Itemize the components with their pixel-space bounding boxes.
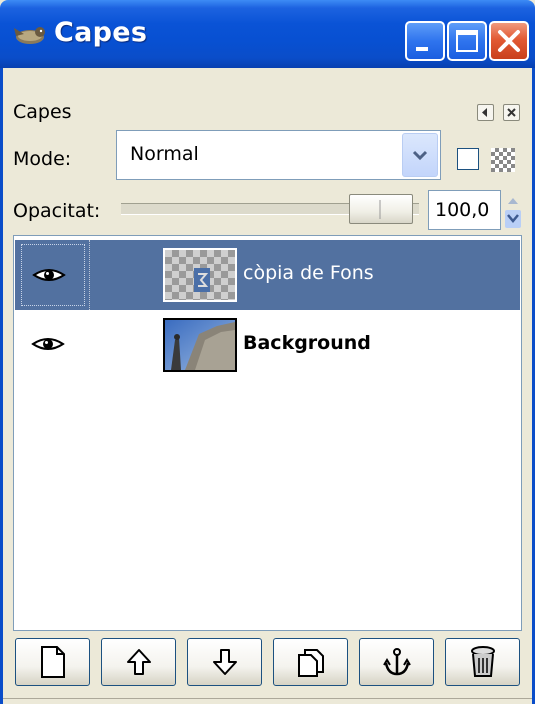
gimp-icon — [14, 27, 45, 44]
opacity-slider-thumb[interactable] — [349, 194, 413, 224]
mode-value: Normal — [130, 143, 199, 165]
window-title: Capes — [54, 17, 148, 48]
duplicate-layer-button[interactable] — [273, 638, 348, 686]
layer-toolbar — [13, 634, 522, 692]
triangle-left-icon — [482, 108, 487, 117]
anchor-layer-button[interactable] — [359, 638, 434, 686]
opacity-input[interactable]: 100,0 — [428, 190, 501, 230]
layer-name[interactable]: Background — [243, 332, 371, 354]
duplicate-layer-icon — [297, 649, 324, 677]
opacity-spin-arrows[interactable] — [503, 190, 523, 230]
title-bar[interactable]: Capes — [0, 0, 535, 68]
layer-thumbnail — [163, 248, 237, 302]
opacity-value: 100,0 — [435, 199, 490, 221]
visibility-toggle[interactable] — [21, 314, 85, 376]
anchor-layer-icon — [382, 648, 411, 676]
maximize-button[interactable] — [447, 21, 487, 61]
raise-layer-icon — [126, 649, 151, 675]
status-line — [3, 698, 532, 704]
close-button[interactable] — [489, 21, 529, 61]
mode-dropdown-button[interactable] — [402, 133, 438, 177]
lock-alpha-icon — [491, 148, 515, 172]
lower-layer-button[interactable] — [187, 638, 262, 686]
panel-menu-button[interactable] — [477, 104, 494, 121]
new-layer-icon — [40, 646, 65, 678]
minimize-icon — [416, 47, 428, 51]
close-icon — [498, 30, 520, 52]
panel-close-button[interactable] — [503, 104, 520, 121]
lower-layer-icon — [212, 649, 237, 675]
visibility-toggle[interactable] — [21, 244, 85, 306]
layer-row[interactable]: Background — [15, 310, 520, 380]
layer-thumbnail — [163, 318, 237, 372]
opacity-label: Opacitat: — [13, 200, 101, 222]
raise-layer-button[interactable] — [101, 638, 176, 686]
panel-content: Capes Mode: Normal Opacitat: 100,0 còpia… — [0, 68, 535, 704]
layer-row[interactable]: còpia de Fons — [15, 240, 520, 310]
eye-icon — [32, 269, 66, 281]
layers-list[interactable]: còpia de Fons Background — [13, 235, 522, 631]
chevron-down-icon — [412, 150, 428, 161]
delete-layer-button[interactable] — [445, 638, 520, 686]
lock-alpha-checkbox[interactable] — [457, 148, 479, 170]
mode-label: Mode: — [13, 148, 72, 170]
close-icon — [507, 108, 516, 117]
eye-icon — [31, 338, 65, 350]
layers-window: Capes Capes Mode: Normal Opacitat: 100,0… — [0, 0, 535, 704]
new-layer-button[interactable] — [15, 638, 90, 686]
maximize-icon — [456, 30, 478, 52]
panel-header: Capes — [13, 101, 72, 123]
trash-icon — [470, 646, 495, 677]
layer-name[interactable]: còpia de Fons — [243, 262, 374, 284]
mode-select[interactable]: Normal — [116, 130, 441, 180]
spin-up-icon — [508, 198, 518, 204]
minimize-button[interactable] — [405, 21, 445, 61]
slider-grip-icon — [379, 200, 381, 219]
